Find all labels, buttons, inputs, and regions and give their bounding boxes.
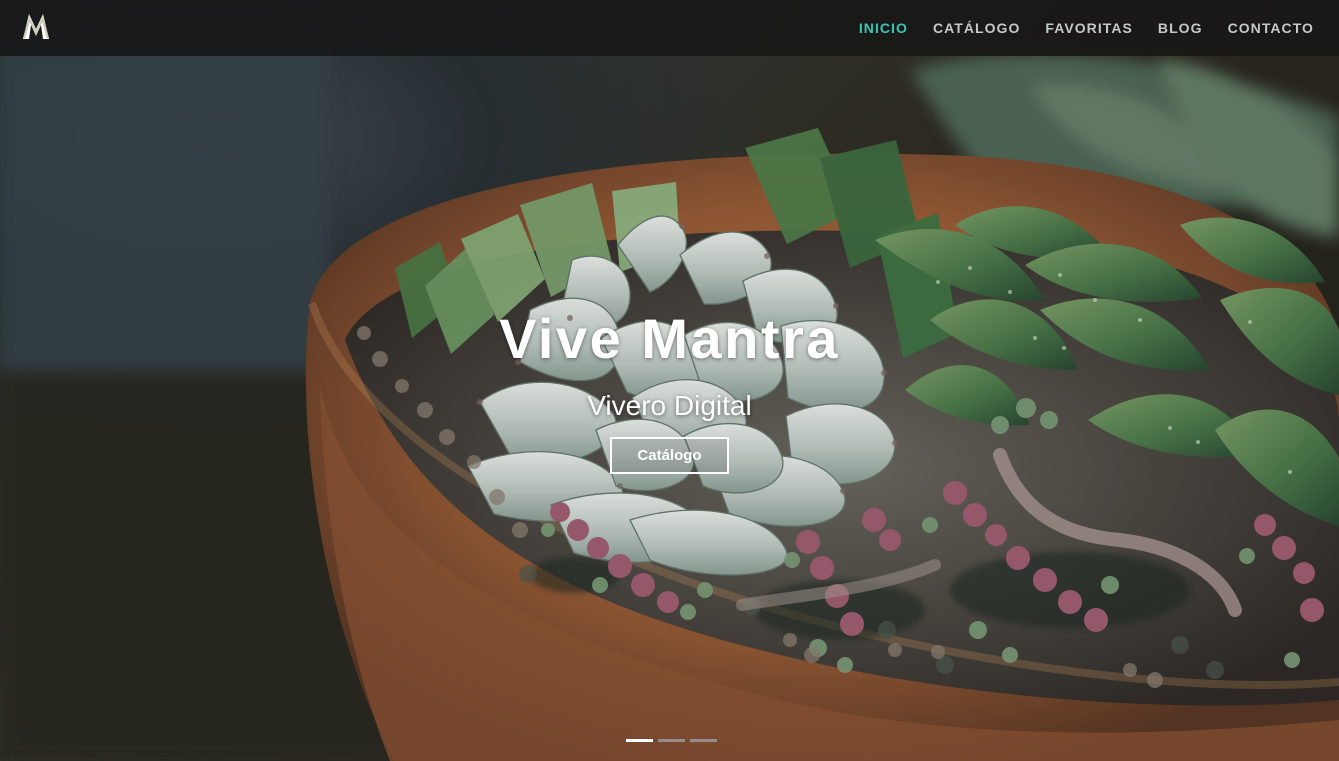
main-menu: INICIO CATÁLOGO FAVORITAS BLOG CONTACTO: [859, 0, 1314, 56]
nav-link-blog[interactable]: BLOG: [1158, 20, 1203, 36]
slide-indicator-3[interactable]: [690, 739, 717, 742]
slide-indicator-1[interactable]: [626, 739, 653, 742]
nav-link-contacto[interactable]: CONTACTO: [1228, 20, 1314, 36]
catalog-button[interactable]: Catálogo: [610, 437, 729, 474]
nav-link-favoritas[interactable]: FAVORITAS: [1045, 20, 1133, 36]
hero-carousel: INICIO CATÁLOGO FAVORITAS BLOG CONTACTO …: [0, 0, 1339, 761]
slide-indicator-2[interactable]: [658, 739, 685, 742]
top-navigation: INICIO CATÁLOGO FAVORITAS BLOG CONTACTO: [0, 0, 1339, 56]
nav-link-catalogo[interactable]: CATÁLOGO: [933, 20, 1020, 36]
nav-link-inicio[interactable]: INICIO: [859, 20, 908, 36]
carousel-indicators: [626, 739, 717, 742]
hero-subtitle: Vivero Digital: [587, 390, 752, 421]
hero-content: Vive Mantra Vivero Digital Catálogo: [0, 300, 1339, 474]
hero-title: Vive Mantra: [499, 307, 840, 370]
m-logo-icon[interactable]: [21, 12, 52, 42]
